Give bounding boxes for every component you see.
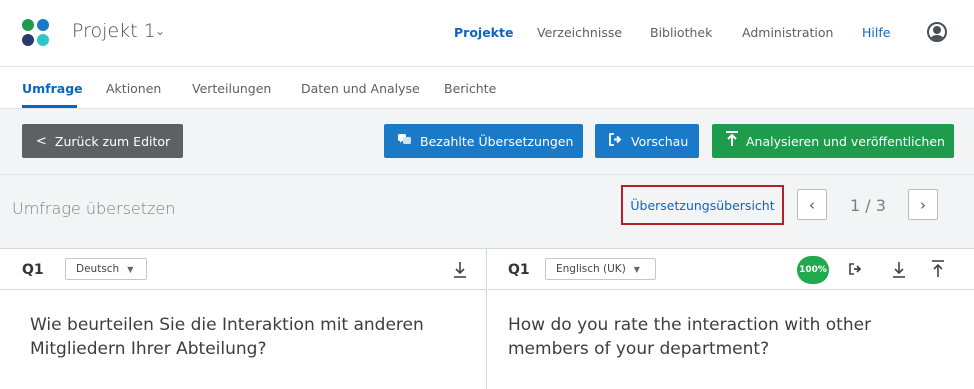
exit-arrow-icon[interactable] <box>848 259 864 279</box>
nav-hilfe[interactable]: Hilfe <box>862 25 890 40</box>
target-language-select[interactable]: Englisch (UK) ▼ <box>545 258 656 280</box>
editor-toolbar: < Zurück zum Editor Bezahlte Übersetzung… <box>0 109 974 175</box>
upload-icon[interactable] <box>931 259 945 279</box>
chevron-down-icon[interactable]: ⌄ <box>155 24 165 38</box>
back-to-editor-label: Zurück zum Editor <box>54 133 171 149</box>
analyze-publish-label: Analysieren und veröffentlichen <box>746 133 945 149</box>
target-language-value: Englisch (UK) <box>556 263 626 275</box>
paid-translations-button[interactable]: Bezahlte Übersetzungen <box>384 124 583 158</box>
paid-translations-label: Bezahlte Übersetzungen <box>420 133 574 149</box>
nav-administration[interactable]: Administration <box>742 25 833 40</box>
download-icon[interactable] <box>453 259 467 279</box>
nav-bibliothek[interactable]: Bibliothek <box>650 25 712 40</box>
tab-umfrage[interactable]: Umfrage <box>22 81 83 96</box>
target-language-panel: Q1 Englisch (UK) ▼ 100% How do you rate … <box>488 249 974 389</box>
preview-button[interactable]: Vorschau <box>595 124 699 158</box>
translate-chat-icon <box>398 133 412 149</box>
target-panel-header: Q1 Englisch (UK) ▼ 100% <box>488 249 974 290</box>
source-question-text[interactable]: Wie beurteilen Sie die Interaktion mit a… <box>30 313 470 361</box>
question-number: Q1 <box>22 262 44 278</box>
source-panel-header: Q1 Deutsch ▼ <box>0 249 486 290</box>
project-title[interactable]: Projekt 1 <box>72 20 156 42</box>
chevron-right-icon[interactable]: › <box>908 189 938 220</box>
section-tabs: Umfrage Aktionen Verteilungen Daten und … <box>0 66 974 109</box>
exit-arrow-icon <box>609 132 623 150</box>
translate-header: Umfrage übersetzen Übersetzungsübersicht… <box>0 175 974 249</box>
preview-label: Vorschau <box>631 133 689 149</box>
question-number: Q1 <box>508 262 530 278</box>
chevron-left-icon[interactable]: ‹ <box>797 189 827 220</box>
chevron-left-icon: < <box>36 133 47 149</box>
caret-down-icon: ▼ <box>633 264 640 274</box>
nav-projekte[interactable]: Projekte <box>454 25 513 40</box>
caret-down-icon: ▼ <box>127 264 134 274</box>
translation-overview-link[interactable]: Übersetzungsübersicht <box>621 185 784 225</box>
analyze-publish-button[interactable]: Analysieren und veröffentlichen <box>712 124 954 158</box>
source-language-select[interactable]: Deutsch ▼ <box>65 258 147 280</box>
user-account-icon[interactable] <box>927 22 947 42</box>
upload-icon <box>726 131 738 151</box>
tab-verteilungen[interactable]: Verteilungen <box>192 81 271 96</box>
back-to-editor-button[interactable]: < Zurück zum Editor <box>22 124 183 158</box>
download-icon[interactable] <box>892 259 906 279</box>
translation-progress-badge: 100% <box>797 256 829 284</box>
source-language-value: Deutsch <box>76 263 120 275</box>
top-bar: Projekt 1 ⌄ Projekte Verzeichnisse Bibli… <box>0 0 974 66</box>
source-language-panel: Q1 Deutsch ▼ Wie beurteilen Sie die Inte… <box>0 249 487 389</box>
app-logo[interactable] <box>22 19 50 47</box>
page-title: Umfrage übersetzen <box>12 199 176 218</box>
tab-daten-und-analyse[interactable]: Daten und Analyse <box>301 81 420 96</box>
tab-aktionen[interactable]: Aktionen <box>106 81 161 96</box>
tab-berichte[interactable]: Berichte <box>444 81 496 96</box>
nav-verzeichnisse[interactable]: Verzeichnisse <box>537 25 622 40</box>
pager-indicator: 1 / 3 <box>850 196 886 215</box>
active-tab-indicator <box>22 105 77 108</box>
target-question-text[interactable]: How do you rate the interaction with oth… <box>508 313 948 361</box>
